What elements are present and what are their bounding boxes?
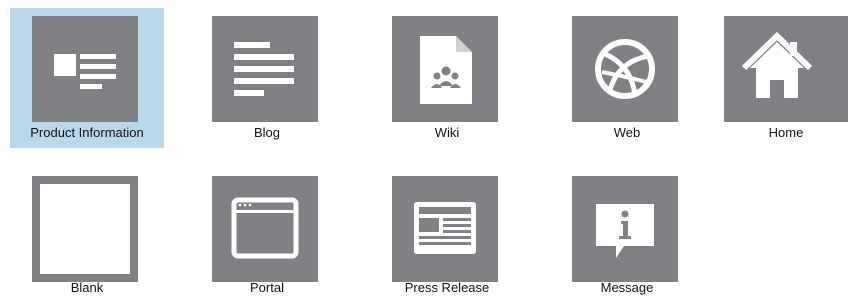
- template-tile-blank[interactable]: Blank: [10, 168, 164, 300]
- template-thumbnail: [392, 176, 498, 282]
- message-icon: [596, 204, 654, 258]
- template-thumbnail: [392, 16, 498, 122]
- template-label: Blog: [253, 125, 281, 140]
- template-thumbnail: [572, 16, 678, 122]
- template-tile-portal[interactable]: Portal: [190, 168, 344, 300]
- template-thumbnail: [724, 16, 848, 122]
- blank-icon: [40, 184, 130, 274]
- template-tile-blog[interactable]: Blog: [190, 8, 344, 148]
- template-label: Product Information: [30, 125, 144, 140]
- product-information-icon: [54, 54, 116, 89]
- template-label: Home: [768, 125, 804, 140]
- web-icon: [595, 39, 655, 99]
- template-tile-press-release[interactable]: Press Release: [370, 168, 524, 300]
- template-label: Blank: [70, 280, 104, 295]
- template-tile-product-information[interactable]: Product Information: [10, 8, 164, 148]
- template-label: Press Release: [404, 280, 490, 295]
- template-tile-wiki[interactable]: Wiki: [370, 8, 524, 148]
- home-icon: [741, 31, 813, 98]
- template-thumbnail: [212, 176, 318, 282]
- wiki-icon: [420, 36, 472, 104]
- template-label: Wiki: [434, 125, 460, 140]
- template-thumbnail: [32, 16, 138, 122]
- template-label: Portal: [250, 280, 284, 295]
- template-tile-home[interactable]: Home: [694, 8, 848, 148]
- template-tile-message[interactable]: Message: [550, 168, 704, 300]
- portal-icon: [231, 197, 299, 259]
- press-release-icon: [414, 202, 476, 254]
- template-tile-web[interactable]: Web: [550, 8, 704, 148]
- blog-icon: [234, 42, 294, 96]
- template-thumbnail: [32, 176, 138, 282]
- template-label: Message: [600, 280, 654, 295]
- template-thumbnail: [212, 16, 318, 122]
- template-label: Web: [613, 125, 641, 140]
- template-thumbnail: [572, 176, 678, 282]
